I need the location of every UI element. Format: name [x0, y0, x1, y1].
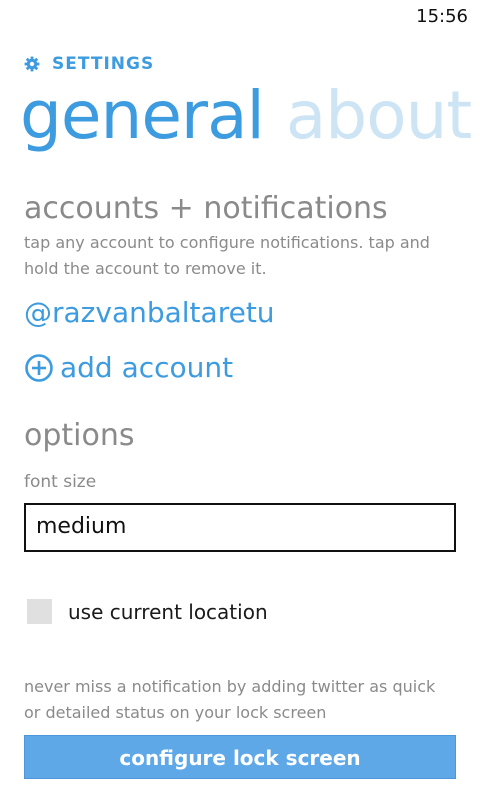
font-size-select[interactable]: medium: [24, 503, 456, 552]
options-heading: options: [24, 418, 135, 453]
account-item[interactable]: @razvanbaltaretu: [24, 296, 275, 329]
accounts-description: tap any account to configure notificatio…: [24, 233, 430, 278]
location-label: use current location: [68, 599, 268, 624]
pivot-header: general about: [20, 74, 480, 158]
tab-about[interactable]: about: [286, 74, 472, 158]
font-size-value: medium: [36, 514, 127, 539]
add-account-button[interactable]: add account: [24, 351, 233, 384]
app-header: SETTINGS: [24, 52, 154, 76]
status-time: 15:56: [416, 6, 468, 27]
status-bar: 15:56: [0, 0, 480, 32]
tab-general[interactable]: general: [20, 74, 265, 158]
lock-screen-description: never miss a notification by adding twit…: [24, 677, 436, 722]
app-title: SETTINGS: [52, 54, 155, 74]
add-account-label: add account: [60, 351, 234, 384]
location-checkbox[interactable]: [27, 599, 52, 624]
plus-circle-icon: [25, 353, 53, 382]
location-toggle-row[interactable]: use current location: [27, 599, 268, 624]
configure-lock-screen-button[interactable]: configure lock screen: [24, 735, 456, 779]
font-size-label: font size: [24, 472, 97, 492]
gear-icon: [24, 56, 40, 72]
accounts-heading: accounts + notifications: [24, 191, 388, 226]
